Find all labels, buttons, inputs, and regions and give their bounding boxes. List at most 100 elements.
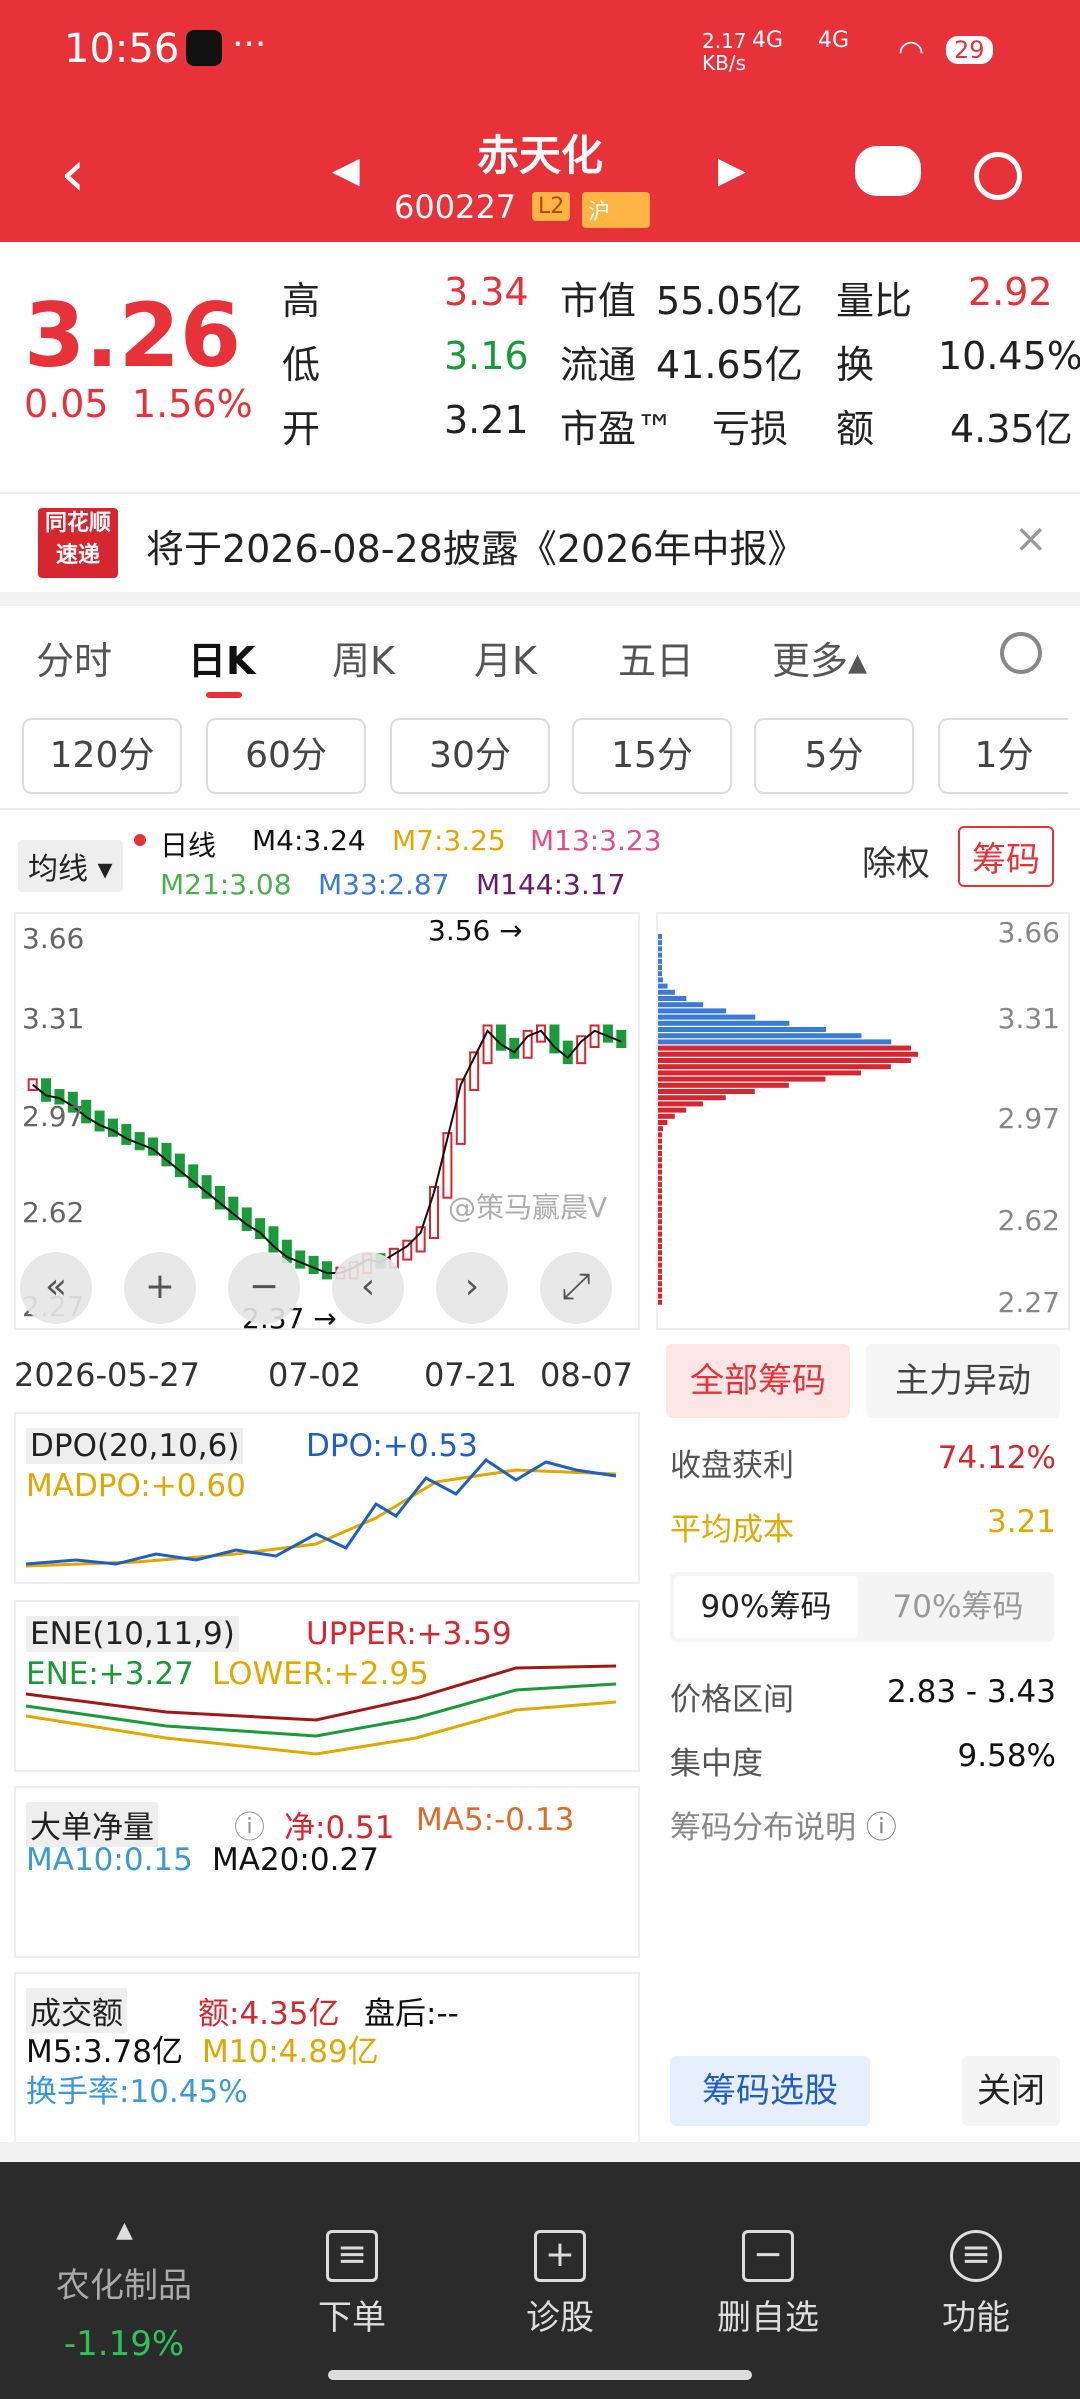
home-indicator — [328, 2370, 752, 2380]
chip-90-tab[interactable]: 90%筹码 — [674, 1576, 858, 1638]
main-force-tab[interactable]: 主力异动 — [866, 1344, 1060, 1418]
search-icon[interactable] — [974, 152, 1022, 200]
active-tab-indicator — [206, 692, 242, 698]
remove-watchlist-button[interactable]: 删自选 — [678, 2290, 858, 2339]
wifi-icon: ◠ — [898, 34, 925, 69]
sector-name[interactable]: 农化制品 — [34, 2258, 214, 2307]
scroll-left-icon[interactable]: ‹ — [332, 1252, 404, 1324]
chip-bar — [658, 971, 662, 977]
battery-icon: 29 — [946, 36, 993, 64]
candle — [41, 1078, 52, 1102]
exright-toggle[interactable]: 除权 — [862, 836, 930, 885]
chip-explain-link[interactable]: 筹码分布说明 ⓘ — [670, 1802, 897, 1847]
candle — [94, 1110, 105, 1132]
profit-label: 收盘获利 — [670, 1448, 794, 1484]
tab-monthly-k[interactable]: 月K — [474, 630, 537, 685]
period-1min[interactable]: 1分 — [938, 718, 1068, 794]
volume-panel[interactable]: 成交额 额:4.35亿 盘后:-- M5:3.78亿 M10:4.89亿 换手率… — [14, 1972, 640, 2144]
scroll-right-icon[interactable]: › — [436, 1252, 508, 1324]
chip-70-tab[interactable]: 70%筹码 — [866, 1576, 1050, 1638]
chip-bar — [658, 1163, 662, 1169]
chip-ytick-3: 2.62 — [997, 1204, 1060, 1237]
tab-weekly-k[interactable]: 周K — [332, 630, 395, 685]
chip-toggle[interactable]: 筹码 — [958, 826, 1054, 887]
chip-bar — [658, 1182, 662, 1187]
net-speed: 2.17 KB/s — [702, 29, 747, 75]
volume-m10: M10:4.89亿 — [202, 2034, 379, 2070]
tiktok-icon — [186, 30, 222, 66]
fullscreen-icon[interactable]: ⤢ — [540, 1252, 612, 1324]
chip-bar — [658, 1194, 662, 1200]
period-120min[interactable]: 120分 — [22, 718, 182, 794]
next-stock-button[interactable]: ▶ — [718, 150, 746, 191]
pe-label: 市盈™ — [560, 407, 675, 451]
all-chips-tab[interactable]: 全部筹码 — [666, 1344, 850, 1418]
chip-distribution-chart[interactable]: 3.66 3.31 2.97 2.62 2.27 — [656, 912, 1070, 1330]
rewind-icon[interactable]: « — [20, 1252, 92, 1324]
chip-bar — [658, 965, 662, 970]
chip-bar — [658, 1213, 662, 1218]
zoom-out-icon[interactable]: − — [228, 1252, 300, 1324]
function-button[interactable]: 功能 — [886, 2290, 1066, 2339]
chip-bar — [658, 1287, 662, 1293]
order-icon[interactable]: ≡ — [326, 2230, 378, 2282]
tab-more[interactable]: 更多▴ — [772, 630, 867, 685]
period-30min[interactable]: 30分 — [390, 718, 550, 794]
chip-bar — [658, 1200, 662, 1206]
tab-five-day[interactable]: 五日 — [618, 630, 694, 685]
function-icon[interactable]: ≡ — [950, 2230, 1002, 2282]
chip-stock-pick-button[interactable]: 筹码选股 — [670, 2056, 870, 2126]
dpo-panel[interactable]: DPO(20,10,6) DPO:+0.53 MADPO:+0.60 — [14, 1412, 640, 1584]
help-icon[interactable]: ⓘ — [234, 1802, 265, 1847]
chip-bar — [658, 1293, 662, 1299]
ma-selector[interactable]: 均线 ▾ — [18, 840, 123, 892]
tab-daily-k[interactable]: 日K — [188, 630, 255, 685]
chip-bar — [658, 983, 668, 989]
amount-label: 额 — [836, 407, 875, 451]
chip-bar — [658, 1089, 755, 1094]
settings-icon[interactable] — [1000, 632, 1042, 674]
avgcost-value: 3.21 — [986, 1504, 1056, 1540]
bigorder-ma20: MA20:0.27 — [212, 1842, 379, 1878]
chip-pct-selector: 90%筹码 70%筹码 — [670, 1572, 1054, 1642]
chip-bar — [658, 1095, 726, 1101]
chip-bar — [658, 1250, 662, 1256]
chip-bar — [658, 1138, 662, 1144]
candle — [121, 1124, 132, 1145]
chip-bar — [658, 1033, 862, 1039]
remove-watchlist-icon[interactable]: − — [742, 2230, 794, 2282]
close-icon[interactable]: × — [1014, 516, 1048, 562]
sector-change: -1.19% — [63, 2324, 185, 2364]
candle — [602, 1024, 613, 1043]
expand-arrow-icon[interactable]: ▲ — [116, 2218, 133, 2243]
report-notice[interactable]: 同花顺 速递 将于2026-08-28披露《2026年中报》 × — [0, 492, 1080, 592]
robot-assistant-icon[interactable] — [855, 146, 921, 196]
chip-close-button[interactable]: 关闭 — [962, 2056, 1060, 2126]
chip-bar — [658, 1120, 668, 1125]
tab-intraday[interactable]: 分时 — [36, 630, 112, 685]
period-60min[interactable]: 60分 — [206, 718, 366, 794]
zoom-in-icon[interactable]: + — [124, 1252, 196, 1324]
diagnose-icon[interactable]: + — [534, 2230, 586, 2282]
period-5min[interactable]: 5分 — [754, 718, 914, 794]
ytick-0: 3.66 — [22, 922, 85, 955]
watermark: @策马赢晨V — [448, 1191, 608, 1224]
level2-badge[interactable]: L2 — [532, 192, 571, 221]
diagnose-button[interactable]: 诊股 — [470, 2290, 650, 2339]
chip-bar — [658, 1014, 756, 1020]
chip-bar — [658, 1175, 662, 1181]
chip-bar — [658, 1231, 662, 1237]
pe-value: 亏损 — [712, 407, 789, 451]
chip-bar — [658, 1151, 662, 1156]
chip-bar — [658, 1262, 662, 1268]
low-label: 低 — [282, 343, 321, 387]
chip-bar — [658, 1076, 826, 1082]
bigorder-name[interactable]: 大单净量 — [26, 1802, 158, 1847]
ene-panel[interactable]: ENE(10,11,9) UPPER:+3.59 ENE:+3.27 LOWER… — [14, 1600, 640, 1772]
chip-bar — [658, 1206, 662, 1212]
bigorder-net: 净:0.51 — [284, 1810, 395, 1846]
big-order-panel[interactable]: 大单净量 ⓘ 净:0.51 MA5:-0.13 MA10:0.15 MA20:0… — [14, 1786, 640, 1958]
period-15min[interactable]: 15分 — [572, 718, 732, 794]
chip-ytick-1: 3.31 — [997, 1002, 1060, 1035]
order-button[interactable]: 下单 — [262, 2290, 442, 2339]
